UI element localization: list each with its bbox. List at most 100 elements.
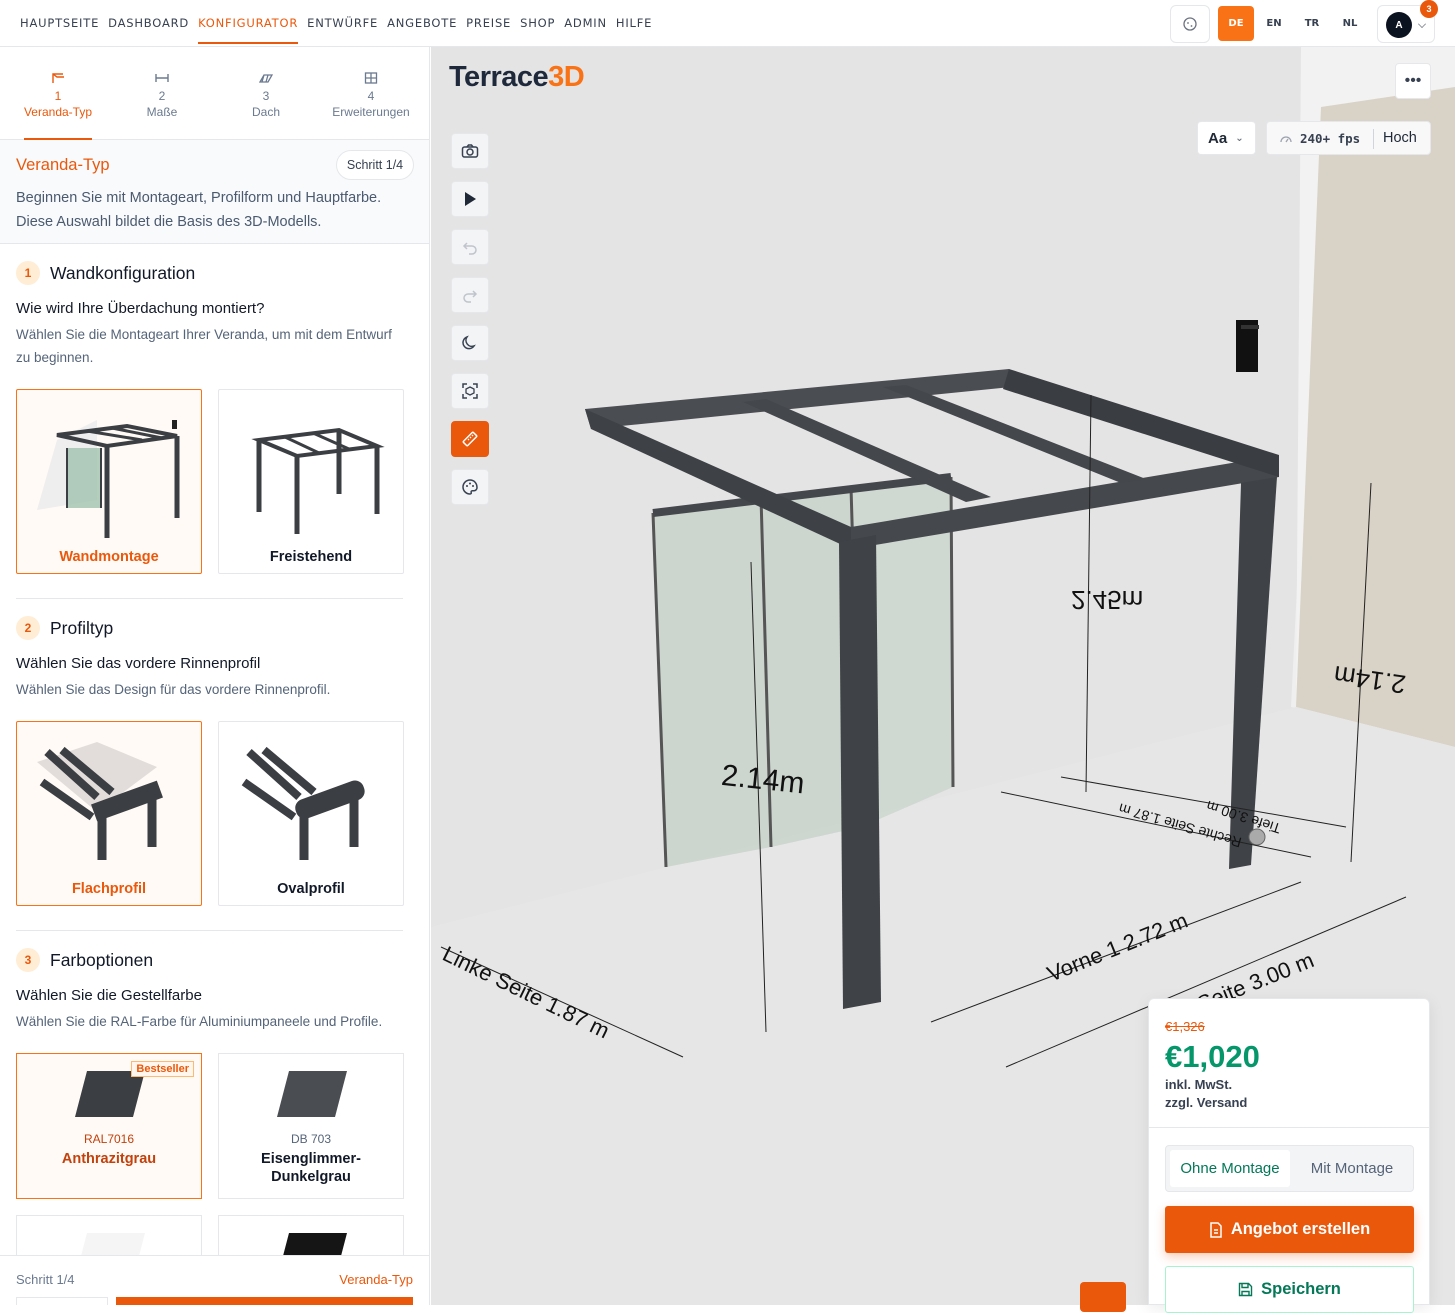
- step-intro: Veranda-Typ Schritt 1/4 Beginnen Sie mit…: [0, 140, 429, 244]
- price-divider: [1149, 1127, 1429, 1128]
- chevron-down-icon: [1418, 20, 1426, 28]
- lang-de[interactable]: DE: [1218, 6, 1254, 41]
- color-code: DB 703: [290, 1132, 332, 1146]
- screenshot-button[interactable]: [451, 133, 489, 169]
- step-number: 1: [54, 89, 62, 103]
- next-button[interactable]: [116, 1297, 413, 1305]
- play-animation-button[interactable]: [451, 181, 489, 217]
- color-code: RAL7016: [83, 1132, 135, 1146]
- sidebar-footer: Schritt 1/4 Veranda-Typ: [0, 1255, 429, 1305]
- measure-button[interactable]: [451, 421, 489, 457]
- redo-button[interactable]: [451, 277, 489, 313]
- option-ovalprofil[interactable]: Ovalprofil: [218, 721, 404, 906]
- section-title: Profiltyp: [50, 618, 114, 638]
- wall-mount-pergola-image: [37, 420, 180, 538]
- user-menu-button[interactable]: A 3: [1377, 0, 1438, 43]
- nav-hauptseite[interactable]: HAUPTSEITE: [20, 0, 99, 47]
- performance-indicator[interactable]: 240+ fps Hoch: [1266, 121, 1431, 155]
- nav-preise[interactable]: PREISE: [466, 0, 511, 47]
- option-flachprofil[interactable]: Flachprofil: [16, 721, 202, 906]
- color-palette-button[interactable]: [451, 469, 489, 505]
- document-icon: [1210, 1221, 1222, 1238]
- redo-icon: [463, 290, 478, 303]
- step-title: Veranda-Typ: [16, 156, 110, 174]
- step-tabs: 1 Veranda-Typ 2 Maße 3 Dach 4 Erweiterun…: [0, 47, 429, 140]
- step-label: Erweiterungen: [332, 105, 410, 119]
- font-size-button[interactable]: Aa ⌄: [1197, 121, 1256, 155]
- step-description: Beginnen Sie mit Montageart, Profilform …: [16, 190, 382, 230]
- more-icon: •••: [1404, 72, 1422, 89]
- flat-profile-image: [37, 742, 163, 860]
- ar-view-button[interactable]: [451, 373, 489, 409]
- color-swatch: [75, 1071, 145, 1117]
- gauge-icon: [1280, 136, 1292, 143]
- section-hint: Wählen Sie die Montageart Ihrer Veranda,…: [16, 327, 392, 365]
- nav-konfigurator[interactable]: KONFIGURATOR: [198, 0, 299, 44]
- tab-masse[interactable]: 2 Maße: [112, 47, 212, 140]
- shipping-note: zzgl. Versand: [1165, 1095, 1248, 1110]
- option-wandmontage[interactable]: Wandmontage: [16, 389, 202, 574]
- color-name: Anthrazitgrau: [61, 1151, 157, 1167]
- footer-step: Schritt 1/4: [16, 1272, 75, 1287]
- lang-en[interactable]: EN: [1256, 6, 1292, 41]
- section-divider: [16, 598, 403, 599]
- create-offer-button[interactable]: Angebot erstellen: [1165, 1206, 1414, 1253]
- section-question: Wählen Sie das vordere Rinnenprofil: [16, 655, 261, 672]
- step-label: Maße: [146, 105, 178, 119]
- glass-panel-left: [653, 497, 771, 867]
- color-option-ral7016[interactable]: Bestseller RAL7016 Anthrazitgrau: [16, 1053, 202, 1199]
- lang-tr[interactable]: TR: [1294, 6, 1330, 41]
- option-label: Wandmontage: [59, 549, 159, 565]
- config-sidebar: 1 Veranda-Typ 2 Maße 3 Dach 4 Erweiterun…: [0, 47, 430, 1305]
- save-label: Speichern: [1261, 1280, 1341, 1298]
- nav-entwuerfe[interactable]: ENTWÜRFE: [307, 0, 378, 47]
- old-price: €1,326: [1165, 1019, 1205, 1034]
- focus-cube-icon: [462, 383, 478, 399]
- freestanding-pergola-image: [251, 427, 385, 534]
- panels-icon: [364, 72, 378, 84]
- undo-button[interactable]: [451, 229, 489, 265]
- create-offer-label: Angebot erstellen: [1230, 1220, 1371, 1238]
- color-swatch: [277, 1071, 347, 1117]
- fps-divider: [1373, 129, 1374, 149]
- vat-note: inkl. MwSt.: [1165, 1077, 1233, 1092]
- floating-action-button[interactable]: [1080, 1282, 1126, 1312]
- cookie-settings-button[interactable]: [1170, 5, 1210, 43]
- nav-dashboard[interactable]: DASHBOARD: [108, 0, 189, 47]
- save-icon: [1238, 1282, 1253, 1297]
- nav-admin[interactable]: ADMIN: [564, 0, 607, 47]
- tab-erweiterungen[interactable]: 4 Erweiterungen: [321, 47, 421, 140]
- save-button[interactable]: Speichern: [1165, 1266, 1414, 1313]
- option-label: Ovalprofil: [277, 881, 345, 897]
- logo-text: Terrace: [449, 61, 549, 93]
- section-number: 3: [16, 948, 40, 972]
- section-question: Wie wird Ihre Überdachung montiert?: [16, 300, 265, 317]
- fps-value: 240+ fps: [1300, 131, 1361, 146]
- toggle-ohne-montage[interactable]: Ohne Montage: [1170, 1150, 1290, 1187]
- oval-profile-image: [241, 746, 365, 860]
- tab-dach[interactable]: 3 Dach: [216, 47, 316, 140]
- lang-nl[interactable]: NL: [1332, 6, 1368, 41]
- nav-shop[interactable]: SHOP: [520, 0, 555, 47]
- step-number: 3: [262, 89, 270, 103]
- back-button[interactable]: [16, 1297, 108, 1305]
- section-hint: Wählen Sie das Design für das vordere Ri…: [16, 682, 331, 697]
- top-navbar: HAUPTSEITE DASHBOARD KONFIGURATOR ENTWÜR…: [0, 0, 1455, 47]
- color-name: Eisenglimmer-Dunkelgrau: [261, 1151, 361, 1185]
- more-options-button[interactable]: •••: [1395, 63, 1431, 99]
- section-number: 2: [16, 616, 40, 640]
- step-label: Veranda-Typ: [23, 105, 93, 119]
- nav-angebote[interactable]: ANGEBOTE: [387, 0, 457, 47]
- toggle-mit-montage[interactable]: Mit Montage: [1294, 1150, 1410, 1187]
- color-option-db703[interactable]: DB 703 Eisenglimmer-Dunkelgrau: [218, 1053, 404, 1199]
- night-mode-button[interactable]: [451, 325, 489, 361]
- tab-veranda-typ[interactable]: 1 Veranda-Typ: [8, 47, 108, 140]
- section-title: Wandkonfiguration: [50, 263, 196, 283]
- cookie-icon: [1183, 17, 1197, 31]
- footer-step-name: Veranda-Typ: [339, 1272, 413, 1287]
- nav-hilfe[interactable]: HILFE: [616, 0, 652, 47]
- step-label: Dach: [251, 105, 280, 119]
- option-freistehend[interactable]: Freistehend: [218, 389, 404, 574]
- avatar: A: [1386, 12, 1412, 38]
- price-panel: €1,326 €1,020 inkl. MwSt. zzgl. Versand …: [1148, 998, 1430, 1313]
